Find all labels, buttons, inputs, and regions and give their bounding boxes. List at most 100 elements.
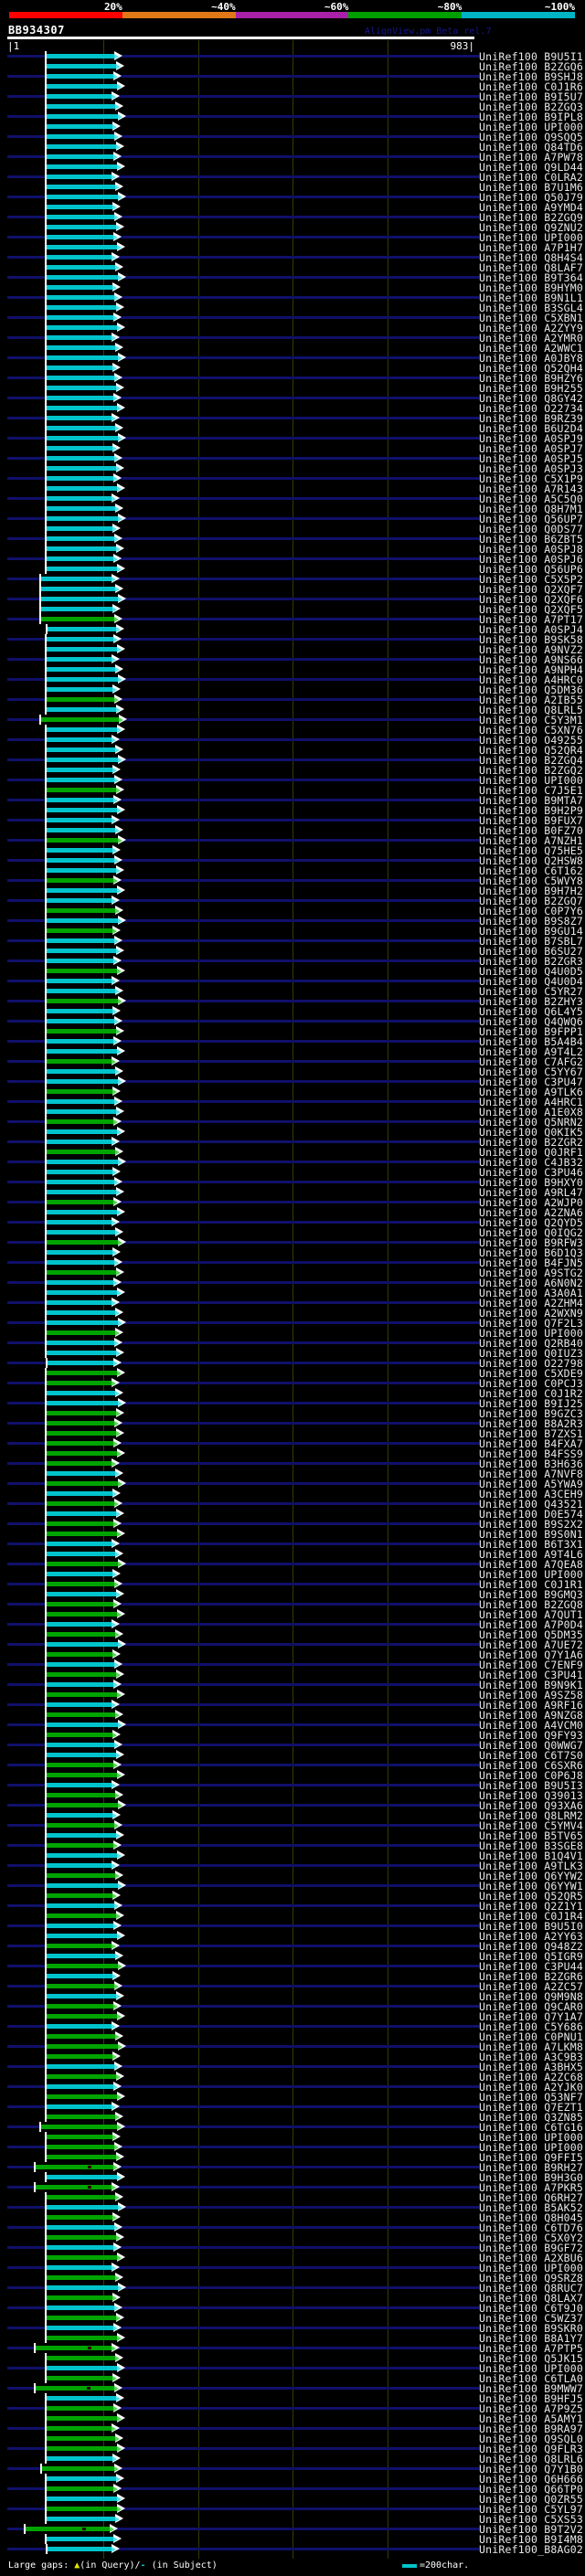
alignment-bar[interactable] xyxy=(47,2507,117,2511)
alignment-bar[interactable] xyxy=(47,506,115,511)
alignment-bar[interactable] xyxy=(47,2024,112,2029)
alignment-bar[interactable] xyxy=(47,1270,116,1275)
alignment-bar[interactable] xyxy=(47,1994,116,1998)
alignment-bar[interactable] xyxy=(47,154,113,159)
alignment-bar[interactable] xyxy=(47,979,112,983)
alignment-bar[interactable] xyxy=(47,2074,116,2079)
alignment-bar[interactable] xyxy=(47,1672,116,1677)
alignment-bar[interactable] xyxy=(47,798,113,802)
alignment-bar[interactable] xyxy=(47,1833,116,1838)
alignment-bar[interactable] xyxy=(41,617,114,621)
alignment-bar[interactable] xyxy=(47,1723,118,1727)
alignment-bar[interactable] xyxy=(47,2175,117,2179)
alignment-bar[interactable] xyxy=(47,285,112,290)
alignment-bar[interactable] xyxy=(47,245,117,249)
alignment-bar[interactable] xyxy=(47,1129,117,1134)
alignment-bar[interactable] xyxy=(47,2014,117,2019)
alignment-bar[interactable] xyxy=(47,1552,115,1556)
alignment-bar[interactable] xyxy=(47,2537,113,2541)
alignment-bar[interactable] xyxy=(47,1200,113,1204)
alignment-bar[interactable] xyxy=(47,898,112,903)
alignment-bar[interactable] xyxy=(47,808,117,812)
alignment-bar[interactable] xyxy=(47,768,112,772)
alignment-bar[interactable] xyxy=(47,1491,112,1496)
alignment-bar[interactable] xyxy=(47,1964,118,1968)
alignment-bar[interactable] xyxy=(47,1863,112,1868)
alignment-bar[interactable] xyxy=(47,94,112,99)
alignment-bar[interactable] xyxy=(41,717,119,722)
alignment-bar[interactable] xyxy=(47,1984,114,1988)
alignment-bar[interactable] xyxy=(47,1330,115,1335)
alignment-bar[interactable] xyxy=(47,496,112,501)
alignment-bar[interactable] xyxy=(47,536,114,541)
alignment-bar[interactable] xyxy=(47,2215,112,2220)
alignment-bar[interactable] xyxy=(47,104,115,109)
alignment-bar[interactable] xyxy=(47,1371,117,1375)
alignment-bar[interactable] xyxy=(47,1934,117,1938)
alignment-bar[interactable] xyxy=(47,255,112,260)
alignment-bar[interactable] xyxy=(47,918,118,923)
alignment-bar[interactable] xyxy=(47,1280,113,1285)
alignment-bar[interactable] xyxy=(47,727,117,732)
alignment-bar[interactable] xyxy=(47,54,114,58)
alignment-bar[interactable] xyxy=(47,2054,112,2059)
alignment-bar[interactable] xyxy=(47,2376,112,2380)
alignment-bar[interactable] xyxy=(47,959,113,963)
alignment-bar[interactable] xyxy=(47,275,118,280)
alignment-bar[interactable] xyxy=(47,2225,114,2230)
alignment-bar[interactable] xyxy=(47,667,115,672)
alignment-bar[interactable] xyxy=(47,989,115,993)
subject-id-label[interactable]: UniRef100_B8AG02 xyxy=(479,2544,583,2555)
alignment-bar[interactable] xyxy=(47,164,117,169)
alignment-bar[interactable] xyxy=(47,1240,118,1245)
alignment-bar[interactable] xyxy=(41,597,118,601)
alignment-bar[interactable] xyxy=(41,2125,117,2129)
alignment-bar[interactable] xyxy=(47,1230,115,1235)
alignment-bar[interactable] xyxy=(47,2316,116,2320)
alignment-bar[interactable] xyxy=(47,386,116,390)
alignment-bar[interactable] xyxy=(47,1853,117,1858)
alignment-bar[interactable] xyxy=(47,1160,118,1164)
alignment-bar[interactable] xyxy=(47,1974,112,1978)
alignment-bar[interactable] xyxy=(47,1572,112,1576)
alignment-bar[interactable] xyxy=(47,1310,115,1315)
alignment-bar[interactable] xyxy=(47,185,115,189)
alignment-bar[interactable] xyxy=(47,1793,115,1797)
alignment-bar[interactable] xyxy=(47,1813,112,1818)
alignment-bar[interactable] xyxy=(47,526,112,531)
alignment-bar[interactable] xyxy=(26,2527,110,2531)
alignment-bar[interactable] xyxy=(47,2326,113,2330)
alignment-bar[interactable] xyxy=(47,1532,117,1536)
alignment-bar[interactable] xyxy=(47,114,118,119)
alignment-bar[interactable] xyxy=(42,2466,114,2471)
alignment-bar[interactable] xyxy=(47,1592,116,1596)
alignment-bar[interactable] xyxy=(47,1059,112,1064)
alignment-bar[interactable] xyxy=(47,1873,115,1878)
alignment-bar[interactable] xyxy=(41,587,115,591)
alignment-bar[interactable] xyxy=(47,335,112,340)
alignment-bar[interactable] xyxy=(47,1743,114,1747)
alignment-bar[interactable] xyxy=(47,838,118,843)
alignment-bar[interactable] xyxy=(47,144,116,149)
alignment-bar[interactable] xyxy=(47,376,114,380)
alignment-bar[interactable] xyxy=(47,1913,116,1918)
alignment-bar[interactable] xyxy=(47,1501,114,1506)
alignment-bar[interactable] xyxy=(47,265,115,270)
alignment-bar[interactable] xyxy=(48,627,116,631)
alignment-bar[interactable] xyxy=(47,1542,112,1546)
alignment-bar[interactable] xyxy=(47,2245,113,2250)
alignment-bar[interactable] xyxy=(47,697,114,702)
alignment-bar[interactable] xyxy=(47,1642,118,1647)
alignment-bar[interactable] xyxy=(47,1652,112,1657)
alignment-bar[interactable] xyxy=(47,2064,114,2069)
alignment-bar[interactable] xyxy=(47,878,113,883)
alignment-bar[interactable] xyxy=(47,1039,113,1044)
alignment-bar[interactable] xyxy=(47,938,114,943)
alignment-bar[interactable] xyxy=(47,426,115,430)
alignment-bar[interactable] xyxy=(47,637,113,641)
alignment-bar[interactable] xyxy=(47,1622,112,1627)
alignment-bar[interactable] xyxy=(47,677,118,682)
alignment-bar[interactable] xyxy=(47,2094,117,2099)
alignment-bar[interactable] xyxy=(47,1250,112,1255)
alignment-bar[interactable] xyxy=(47,1582,114,1586)
